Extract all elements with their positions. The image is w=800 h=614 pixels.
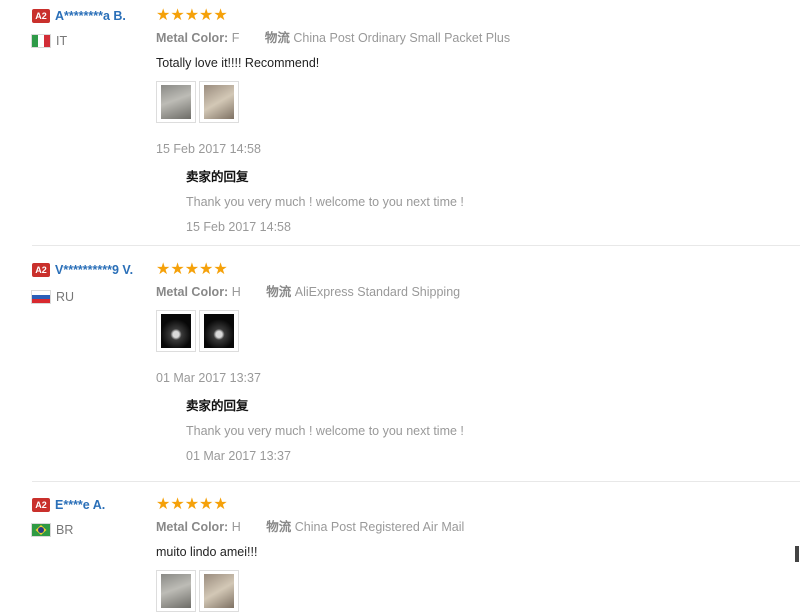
metal-color-value: H (231, 285, 241, 299)
scrollbar-handle[interactable] (795, 546, 799, 562)
seller-reply-text: Thank you very much ! welcome to you nex… (186, 195, 464, 209)
flag-italy-icon (32, 35, 50, 48)
metal-color-label: Metal Color: (156, 31, 229, 45)
review-photo-thumbnail[interactable] (156, 310, 196, 352)
review-text: muito lindo amei!!! (156, 545, 258, 559)
buyer-level-badge: A2 (32, 9, 50, 23)
review-content: ★★★★★ Metal Color: H 物流 AliExpress Stand… (156, 262, 796, 464)
metal-color-label: Metal Color: (156, 285, 229, 299)
review-photo-thumbnail[interactable] (156, 81, 196, 123)
buyer-level-badge: A2 (32, 263, 50, 277)
review-text: Totally love it!!!! Recommend! (156, 56, 320, 70)
reviewer-info: A2 V**********9 V. RU (32, 262, 150, 304)
seller-reply-date: 15 Feb 2017 14:58 (186, 220, 291, 234)
shipping-method: China Post Ordinary Small Packet Plus (293, 31, 511, 45)
reviewer-country: BR (32, 523, 150, 537)
star-rating: ★★★★★ (156, 7, 228, 24)
metal-color-value: H (231, 520, 241, 534)
flag-brazil-icon (32, 524, 50, 537)
review-content: ★★★★★ Metal Color: F 物流 China Post Ordin… (156, 8, 796, 235)
shipping-method: AliExpress Standard Shipping (294, 285, 461, 299)
review-photo-thumbnail[interactable] (156, 570, 196, 612)
review-date: 01 Mar 2017 13:37 (156, 371, 261, 385)
seller-reply-date: 01 Mar 2017 13:37 (186, 449, 291, 463)
seller-reply-title: 卖家的回复 (186, 399, 249, 413)
star-rating: ★★★★★ (156, 261, 228, 278)
review-photo-thumbnail[interactable] (199, 310, 239, 352)
country-code: RU (56, 290, 75, 305)
seller-reply: 卖家的回复 Thank you very much ! welcome to y… (186, 169, 796, 235)
flag-russia-icon (32, 291, 50, 304)
shipping-label: 物流 (266, 285, 292, 299)
reviewer-country: RU (32, 290, 150, 304)
order-info: Metal Color: F 物流 China Post Ordinary Sm… (156, 30, 796, 46)
review-photos (156, 310, 796, 354)
metal-color-value: F (231, 31, 240, 45)
review-divider (32, 481, 800, 482)
buyer-level-badge: A2 (32, 498, 50, 512)
order-info: Metal Color: H 物流 AliExpress Standard Sh… (156, 284, 796, 300)
order-info: Metal Color: H 物流 China Post Registered … (156, 519, 796, 535)
star-rating: ★★★★★ (156, 496, 228, 513)
reviewer-info: A2 E****e A. BR (32, 497, 150, 537)
shipping-label: 物流 (266, 520, 292, 534)
review-photo-thumbnail[interactable] (199, 81, 239, 123)
reviewer-name[interactable]: V**********9 V. (55, 263, 133, 277)
reviewer-name[interactable]: A********a B. (55, 9, 126, 23)
seller-reply: 卖家的回复 Thank you very much ! welcome to y… (186, 398, 796, 464)
country-code: BR (56, 523, 74, 538)
shipping-label: 物流 (264, 31, 290, 45)
review-photo-thumbnail[interactable] (199, 570, 239, 612)
metal-color-label: Metal Color: (156, 520, 229, 534)
reviewer-name[interactable]: E****e A. (55, 498, 105, 512)
country-code: IT (56, 34, 68, 49)
review-divider (32, 245, 800, 246)
seller-reply-title: 卖家的回复 (186, 170, 249, 184)
review-content: ★★★★★ Metal Color: H 物流 China Post Regis… (156, 497, 796, 614)
review-photos (156, 81, 796, 125)
shipping-method: China Post Registered Air Mail (294, 520, 465, 534)
reviewer-country: IT (32, 34, 150, 48)
reviewer-info: A2 A********a B. IT (32, 8, 150, 48)
review-date: 15 Feb 2017 14:58 (156, 142, 261, 156)
seller-reply-text: Thank you very much ! welcome to you nex… (186, 424, 464, 438)
review-photos (156, 570, 796, 614)
